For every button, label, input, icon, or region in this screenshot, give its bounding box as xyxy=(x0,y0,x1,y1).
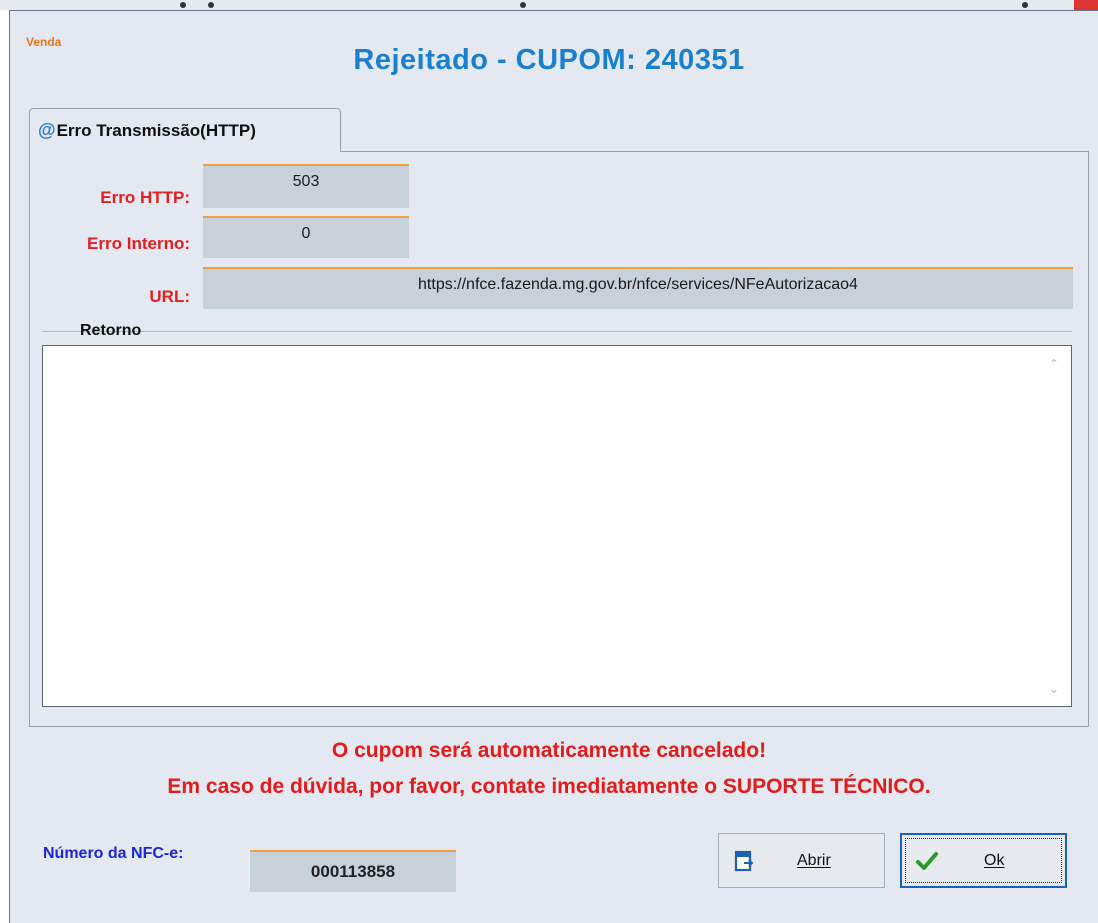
nfce-number-field[interactable]: 000113858 xyxy=(250,850,456,892)
url-label: URL: xyxy=(149,287,190,306)
desktop-dot xyxy=(1022,2,1028,8)
desktop-dot xyxy=(208,2,214,8)
erro-http-label: Erro HTTP: xyxy=(100,188,190,207)
desktop-dot xyxy=(180,2,186,8)
retorno-textarea[interactable] xyxy=(42,345,1072,707)
dialog-title: Rejeitado - CUPOM: 240351 xyxy=(353,44,745,76)
erro-interno-field[interactable]: 0 xyxy=(203,216,409,258)
desktop-background-strip xyxy=(0,0,1098,10)
ok-button-label: Ok xyxy=(984,851,1005,869)
tab-erro-transmissao[interactable]: @ Erro Transmissão(HTTP) xyxy=(29,108,341,152)
ok-button[interactable]: Ok xyxy=(900,833,1067,888)
erro-interno-label: Erro Interno: xyxy=(87,234,190,253)
url-field[interactable]: https://nfce.fazenda.mg.gov.br/nfce/serv… xyxy=(203,267,1073,309)
cancel-warning-line1: O cupom será automaticamente cancelado! xyxy=(331,739,767,762)
scroll-up-icon[interactable]: ⌃ xyxy=(1049,357,1090,371)
erro-http-field[interactable]: 503 xyxy=(203,164,409,208)
tab-label: Erro Transmissão(HTTP) xyxy=(56,120,256,140)
desktop-dot xyxy=(520,2,526,8)
retorno-label: Retorno xyxy=(80,322,142,339)
abrir-button[interactable]: Abrir xyxy=(718,833,885,888)
retorno-divider xyxy=(42,331,1072,332)
cancel-warning-line2: Em caso de dúvida, por favor, contate im… xyxy=(167,775,931,798)
nfce-number-label: Número da NFC-e: xyxy=(43,845,184,862)
at-icon: @ xyxy=(38,120,56,140)
open-document-icon xyxy=(731,848,757,874)
abrir-button-label: Abrir xyxy=(797,851,831,869)
desktop-mark xyxy=(1074,0,1098,10)
check-icon xyxy=(914,848,940,874)
